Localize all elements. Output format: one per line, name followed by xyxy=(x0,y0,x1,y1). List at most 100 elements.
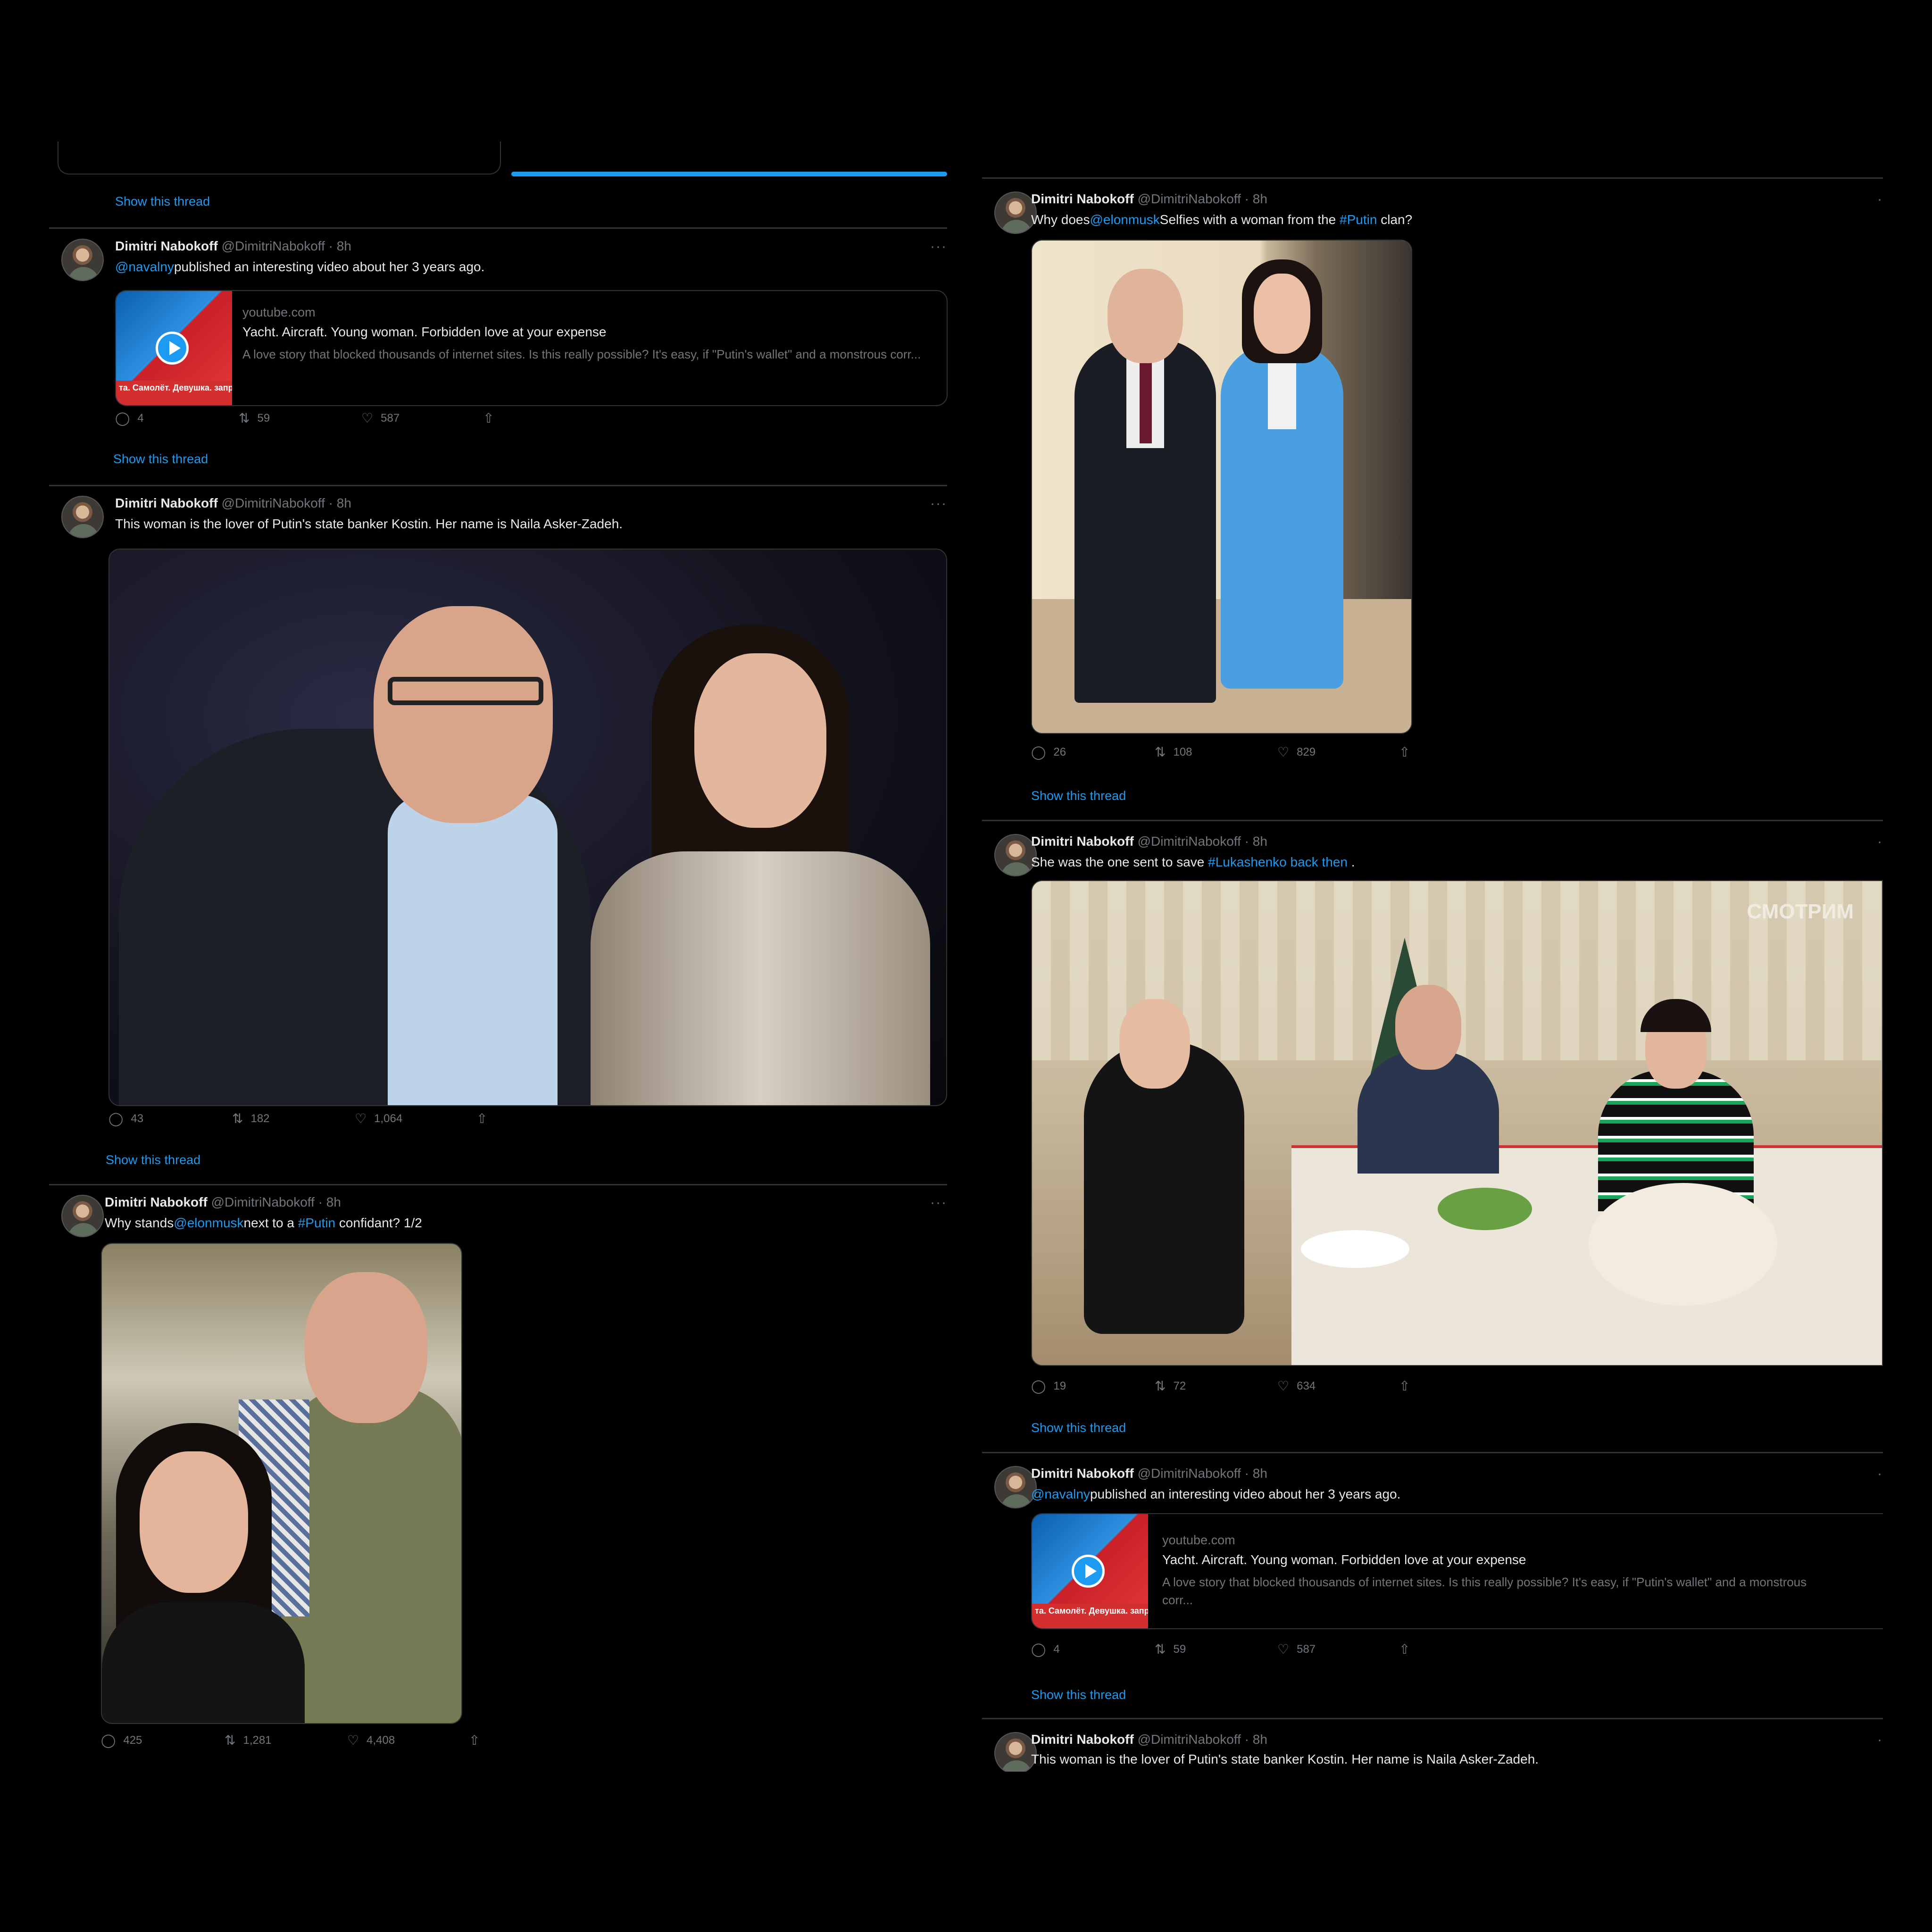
author-name[interactable]: Dimitri Nabokoff xyxy=(105,1195,208,1209)
tweet-header: Dimitri Nabokoff @DimitriNabokoff · 8h xyxy=(1031,192,1267,207)
tweet-text: Why stands@elonmusknext to a #Putin conf… xyxy=(105,1216,422,1231)
like-button[interactable]: ♡ 587 xyxy=(1277,1641,1316,1657)
share-button[interactable]: ⇧ xyxy=(469,1732,480,1748)
show-thread-link[interactable]: Show this thread xyxy=(113,452,208,466)
hashtag-link[interactable]: #Lukashenko back then xyxy=(1208,855,1348,869)
show-thread-link[interactable]: Show this thread xyxy=(106,1153,200,1167)
video-scene: СМОТРИМ xyxy=(1032,881,1882,1365)
retweet-button[interactable]: ⇅ 72 xyxy=(1155,1378,1186,1394)
like-button[interactable]: ♡ 587 xyxy=(361,410,400,426)
mention-link[interactable]: @navalny xyxy=(1031,1487,1090,1501)
mention-link[interactable]: @elonmusk xyxy=(1090,212,1160,227)
reply-button[interactable]: ◯ 43 xyxy=(108,1111,143,1126)
retweet-button[interactable]: ⇅ 182 xyxy=(232,1111,270,1126)
more-icon[interactable]: ··· xyxy=(930,239,947,255)
share-button[interactable]: ⇧ xyxy=(1399,1641,1410,1657)
reply-button[interactable]: ◯ 4 xyxy=(1031,1641,1060,1657)
plate xyxy=(1301,1230,1409,1268)
avatar[interactable] xyxy=(61,239,104,281)
tweet-photo[interactable] xyxy=(101,1243,462,1724)
author-name[interactable]: Dimitri Nabokoff xyxy=(1031,1466,1134,1481)
tweet[interactable]: Dimitri Nabokoff @DimitriNabokoff · 8h ·… xyxy=(49,1192,947,1758)
tweet[interactable]: Dimitri Nabokoff @DimitriNabokoff · 8h ·… xyxy=(982,1463,1883,1675)
share-button[interactable]: ⇧ xyxy=(1399,1378,1410,1394)
video-thumbnail[interactable]: та. Самолёт. Девушка. запретная любовь з… xyxy=(1032,1514,1148,1628)
tweet[interactable]: Dimitri Nabokoff @DimitriNabokoff · 8h ·… xyxy=(982,1729,1883,1772)
like-button[interactable]: ♡ 634 xyxy=(1277,1378,1316,1394)
more-icon[interactable]: ··· xyxy=(930,1195,947,1211)
more-icon[interactable]: · xyxy=(1877,1466,1883,1482)
retweet-count: 182 xyxy=(250,1112,270,1125)
tweet-photo[interactable] xyxy=(108,549,947,1106)
show-thread-link[interactable]: Show this thread xyxy=(115,194,210,209)
thumbnail-caption: та. Самолёт. Девушка. запретная любовь з… xyxy=(116,381,232,405)
share-button[interactable]: ⇧ xyxy=(1399,744,1410,760)
card-description: A love story that blocked thousands of i… xyxy=(242,347,921,361)
play-icon[interactable] xyxy=(1072,1555,1105,1588)
tweet[interactable]: Dimitri Nabokoff @DimitriNabokoff · 8h ·… xyxy=(982,831,1883,1397)
play-icon[interactable] xyxy=(156,332,189,365)
tweet-video[interactable]: СМОТРИМ xyxy=(1031,880,1883,1366)
avatar[interactable] xyxy=(994,1466,1037,1508)
reply-icon: ◯ xyxy=(115,411,130,425)
heart-icon: ♡ xyxy=(361,411,374,425)
tweet-header: Dimitri Nabokoff @DimitriNabokoff · 8h xyxy=(1031,834,1267,849)
reply-button[interactable]: ◯ 26 xyxy=(1031,744,1066,760)
heart-icon: ♡ xyxy=(1277,745,1290,759)
tweet[interactable]: Dimitri Nabokoff @DimitriNabokoff · 8h ·… xyxy=(49,493,947,1144)
heart-icon: ♡ xyxy=(1277,1379,1290,1393)
card-text: youtube.com Yacht. Aircraft. Young woman… xyxy=(1162,1533,1826,1609)
share-button[interactable]: ⇧ xyxy=(483,410,494,426)
more-icon[interactable]: · xyxy=(1877,1732,1883,1748)
avatar[interactable] xyxy=(61,496,104,538)
avatar[interactable] xyxy=(994,192,1037,234)
show-thread-link[interactable]: Show this thread xyxy=(1031,1421,1126,1435)
reply-button[interactable]: ◯ 425 xyxy=(101,1732,142,1748)
mention-link[interactable]: @navalny xyxy=(115,259,174,274)
tweet-text-body: clan? xyxy=(1377,212,1413,227)
more-icon[interactable]: ··· xyxy=(930,496,947,512)
like-count: 634 xyxy=(1297,1379,1316,1392)
avatar[interactable] xyxy=(61,1195,104,1237)
author-name[interactable]: Dimitri Nabokoff xyxy=(1031,834,1134,849)
more-icon[interactable]: · xyxy=(1877,192,1883,208)
retweet-button[interactable]: ⇅ 59 xyxy=(1155,1641,1186,1657)
avatar[interactable] xyxy=(994,1732,1037,1772)
author-name[interactable]: Dimitri Nabokoff xyxy=(115,496,218,510)
hashtag-link[interactable]: #Putin xyxy=(1340,212,1377,227)
show-thread-link[interactable]: Show this thread xyxy=(1031,1688,1126,1702)
card-domain: youtube.com xyxy=(1162,1533,1235,1547)
person-woman-dress xyxy=(591,851,930,1105)
tweet[interactable]: Dimitri Nabokoff @DimitriNabokoff · 8h ·… xyxy=(49,236,948,443)
like-button[interactable]: ♡ 829 xyxy=(1277,744,1316,760)
share-icon: ⇧ xyxy=(483,411,494,425)
share-button[interactable]: ⇧ xyxy=(476,1111,487,1126)
reply-count: 26 xyxy=(1053,745,1066,758)
retweet-button[interactable]: ⇅ 108 xyxy=(1155,744,1192,760)
like-button[interactable]: ♡ 4,408 xyxy=(347,1732,395,1748)
retweet-count: 72 xyxy=(1173,1379,1186,1392)
link-card[interactable]: та. Самолёт. Девушка. запретная любовь з… xyxy=(115,290,948,406)
retweet-button[interactable]: ⇅ 1,281 xyxy=(225,1732,272,1748)
retweet-button[interactable]: ⇅ 59 xyxy=(239,410,270,426)
reply-button[interactable]: ◯ 19 xyxy=(1031,1378,1066,1394)
author-name[interactable]: Dimitri Nabokoff xyxy=(1031,1732,1134,1747)
like-count: 829 xyxy=(1297,745,1316,758)
avatar[interactable] xyxy=(994,834,1037,876)
author-name[interactable]: Dimitri Nabokoff xyxy=(115,239,218,253)
author-meta: @DimitriNabokoff · 8h xyxy=(211,1195,341,1209)
tweet-photo[interactable] xyxy=(1031,240,1412,734)
tweet[interactable]: Dimitri Nabokoff @DimitriNabokoff · 8h ·… xyxy=(982,189,1883,811)
mention-link[interactable]: @elonmusk xyxy=(174,1216,243,1230)
video-thumbnail[interactable]: та. Самолёт. Девушка. запретная любовь з… xyxy=(116,291,232,405)
like-button[interactable]: ♡ 1,064 xyxy=(355,1111,402,1126)
tweet-text-body: confidant? 1/2 xyxy=(335,1216,422,1230)
reply-button[interactable]: ◯ 4 xyxy=(115,410,144,426)
more-icon[interactable]: · xyxy=(1877,834,1883,850)
author-name[interactable]: Dimitri Nabokoff xyxy=(1031,192,1134,206)
link-card[interactable]: та. Самолёт. Девушка. запретная любовь з… xyxy=(1031,1513,1883,1629)
reply-icon: ◯ xyxy=(108,1111,124,1126)
show-thread-link[interactable]: Show this thread xyxy=(1031,789,1126,803)
heart-icon: ♡ xyxy=(1277,1642,1290,1657)
hashtag-link[interactable]: #Putin xyxy=(298,1216,335,1230)
